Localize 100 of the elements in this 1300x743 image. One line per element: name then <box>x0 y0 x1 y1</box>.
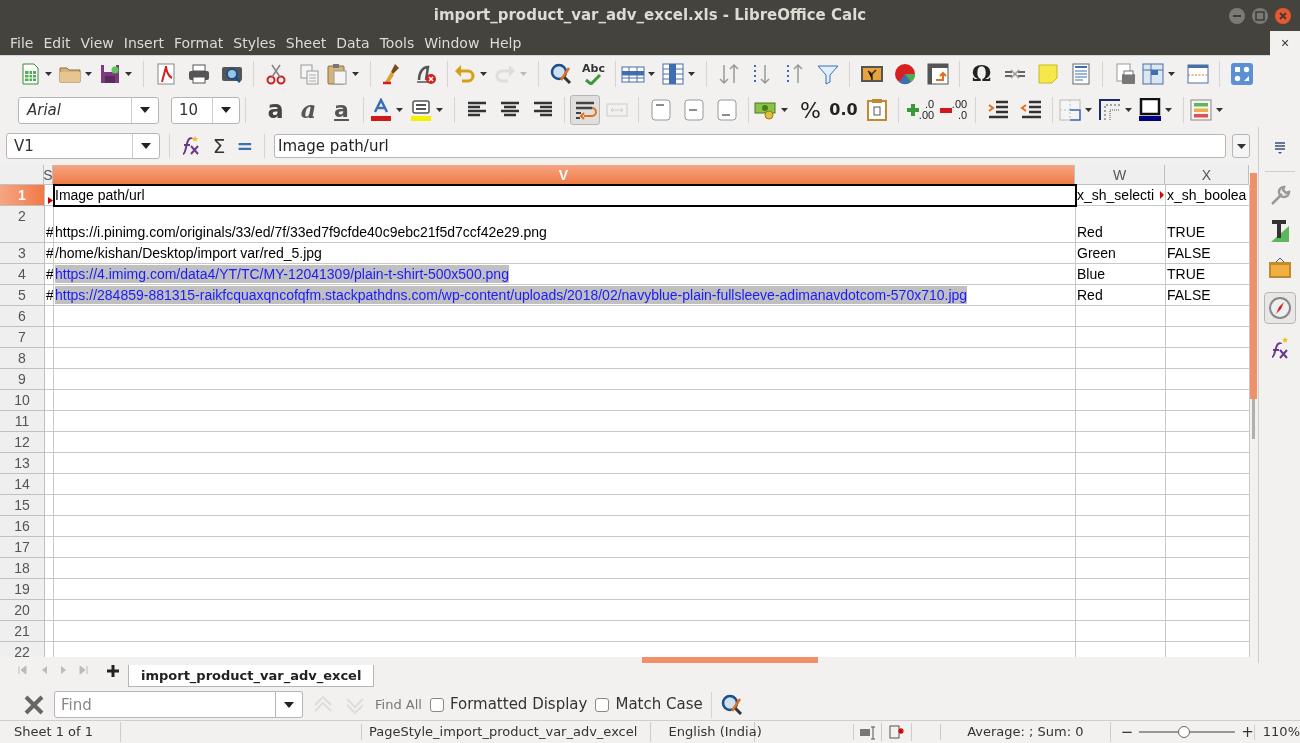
caret-icon[interactable] <box>141 143 151 149</box>
row-header[interactable]: 16 <box>0 516 45 537</box>
column-header[interactable]: X <box>1165 165 1249 185</box>
menu-item[interactable]: Styles <box>228 32 281 54</box>
decimal-button[interactable]: 0.0 <box>827 98 860 122</box>
font-color-icon[interactable] <box>369 98 393 122</box>
row-header[interactable]: 19 <box>0 579 45 600</box>
menu-item[interactable]: Tools <box>374 32 420 54</box>
caret-icon[interactable] <box>781 108 788 112</box>
caret-icon[interactable] <box>1165 108 1172 112</box>
find-all-button[interactable]: Find All <box>375 694 422 715</box>
spelling-button[interactable]: Abc <box>582 62 605 74</box>
zoom-slider[interactable] <box>1139 726 1236 738</box>
checkbox[interactable] <box>595 697 610 712</box>
pivot-table-icon[interactable] <box>925 61 950 86</box>
caret-icon[interactable] <box>352 71 359 76</box>
caret-icon[interactable] <box>1236 143 1246 149</box>
bold-button[interactable]: a <box>259 98 292 122</box>
formula-input[interactable]: Image path/url <box>274 134 1226 158</box>
row-header[interactable]: 20 <box>0 600 45 621</box>
special-character-button[interactable]: Ω <box>965 57 998 90</box>
find-replace-icon[interactable] <box>548 61 573 86</box>
menu-item[interactable]: Help <box>484 32 527 54</box>
menu-item[interactable]: Sheet <box>280 32 332 54</box>
sum-button[interactable]: Σ <box>209 131 229 161</box>
checkbox-label[interactable]: Formatted Display <box>449 693 588 716</box>
align-top-icon[interactable] <box>648 98 673 122</box>
menu-item[interactable]: Data <box>331 32 375 54</box>
scrollbar-thumb[interactable] <box>642 657 818 663</box>
align-bottom-icon[interactable] <box>714 98 739 122</box>
pie-chart-icon[interactable] <box>892 61 917 86</box>
menu-item[interactable]: Format <box>168 32 229 54</box>
row-header[interactable]: 3 <box>0 243 45 264</box>
calendar-icon[interactable] <box>864 98 889 122</box>
find-field[interactable]: Find <box>54 691 276 718</box>
expand-formula-button[interactable] <box>1232 134 1250 158</box>
clipboard-icon[interactable] <box>325 61 349 86</box>
font-size-field[interactable]: 10 <box>171 96 240 124</box>
font-name-field[interactable]: Arial <box>18 96 159 124</box>
split-window-icon[interactable] <box>1185 61 1210 86</box>
caret-icon[interactable] <box>688 71 695 76</box>
row-header[interactable]: 6 <box>0 306 45 327</box>
menu-item[interactable]: Edit <box>38 32 76 54</box>
row-header[interactable]: 15 <box>0 495 45 516</box>
menu-item[interactable]: File <box>0 32 39 54</box>
caret-icon[interactable] <box>648 71 655 76</box>
caret-icon[interactable] <box>284 701 294 708</box>
row-header[interactable]: 2 <box>0 206 45 243</box>
row-header[interactable]: 9 <box>0 369 45 390</box>
row-header[interactable]: 17 <box>0 537 45 558</box>
caret-icon[interactable] <box>1085 108 1092 112</box>
menu-item[interactable]: Window <box>419 32 485 54</box>
scrollbar-thumb[interactable] <box>1250 173 1257 399</box>
slider-thumb[interactable] <box>1178 726 1191 738</box>
caret-icon[interactable] <box>140 107 150 113</box>
shapes-icon[interactable] <box>1229 61 1254 86</box>
row-header[interactable]: 11 <box>0 411 45 432</box>
row-header[interactable]: 22 <box>0 642 45 657</box>
row-header[interactable]: 14 <box>0 474 45 495</box>
selection-mode-icon[interactable] <box>858 723 877 741</box>
row-header[interactable]: 12 <box>0 432 45 453</box>
border-color-icon[interactable] <box>1138 98 1162 122</box>
caret-icon[interactable] <box>396 108 403 112</box>
caret-icon[interactable] <box>436 108 443 112</box>
underline-button[interactable]: a <box>325 99 358 121</box>
zoom-percent[interactable]: 110% <box>1262 724 1300 740</box>
caret-icon[interactable] <box>125 71 132 76</box>
menu-item[interactable]: View <box>75 32 119 54</box>
row-header[interactable]: 7 <box>0 327 45 348</box>
zoom-in-button[interactable]: + <box>1241 724 1254 740</box>
add-decimal-button[interactable]: .0 .00 <box>904 96 937 124</box>
caret-icon[interactable] <box>480 71 487 76</box>
zoom-out-button[interactable]: − <box>1120 724 1134 740</box>
align-middle-icon[interactable] <box>681 98 706 122</box>
row-header[interactable]: 5 <box>0 285 45 306</box>
percent-button[interactable]: % <box>794 93 827 127</box>
highlight-icon[interactable] <box>409 98 433 122</box>
cell-link[interactable]: https://4.imimg.com/data4/YT/TC/MY-12041309/plain-t-shirt-500x500.png <box>55 265 509 283</box>
freeze-panes-icon[interactable] <box>1141 61 1165 86</box>
conditional-format-icon[interactable] <box>1189 98 1213 122</box>
row-header[interactable]: 8 <box>0 348 45 369</box>
table-columns-icon[interactable] <box>661 61 685 86</box>
caret-icon[interactable] <box>85 71 92 76</box>
menu-item[interactable]: Insert <box>118 32 169 54</box>
checkbox-label[interactable]: Match Case <box>615 693 703 716</box>
sheet-tab[interactable]: import_product_var_adv_excel <box>128 665 375 687</box>
delete-decimal-button[interactable]: .00 .0 <box>937 96 970 124</box>
row-header[interactable]: 10 <box>0 390 45 411</box>
document-modified-icon[interactable] <box>887 723 906 741</box>
compass-icon[interactable] <box>1267 296 1292 320</box>
caret-icon[interactable] <box>1216 108 1223 112</box>
name-box[interactable]: V1 <box>6 133 160 159</box>
row-header[interactable]: 13 <box>0 453 45 474</box>
checkbox[interactable] <box>429 697 444 712</box>
border-style-icon[interactable] <box>1098 98 1122 122</box>
caret-icon[interactable] <box>1168 71 1175 76</box>
row-header[interactable]: 18 <box>0 558 45 579</box>
column-header[interactable]: W <box>1075 165 1165 185</box>
formula-button[interactable]: = <box>235 131 255 161</box>
italic-button[interactable]: a <box>292 98 325 122</box>
